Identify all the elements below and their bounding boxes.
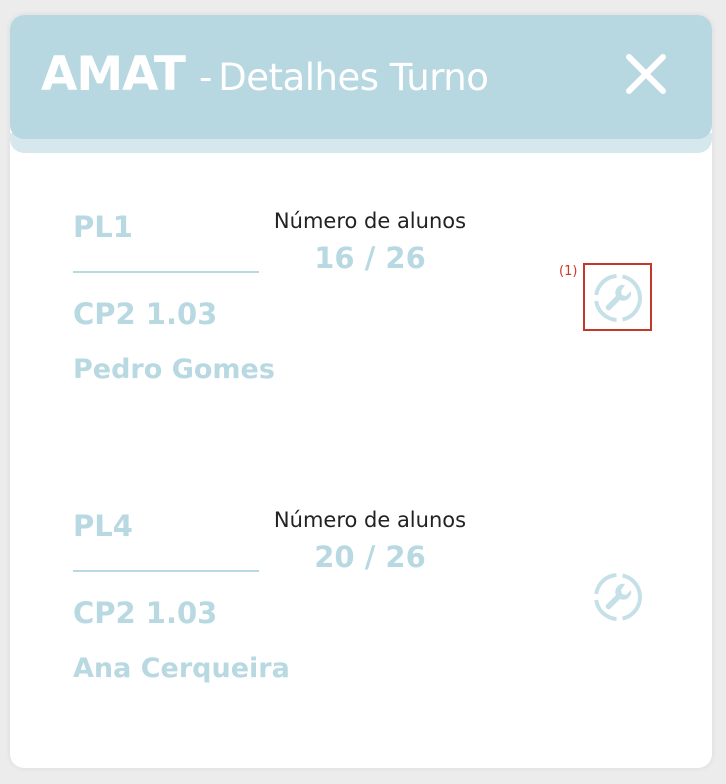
students-count-label: Número de alunos [273, 508, 467, 532]
shift-teacher: Pedro Gomes [73, 354, 275, 385]
annotation-box [583, 263, 652, 331]
shift-details-modal: AMAT - Detalhes Turno PL1 CP2 1.03 Pedro G… [10, 15, 712, 768]
shift-settings-button[interactable] [592, 571, 644, 623]
shift-name: PL4 [73, 509, 133, 543]
shift-name: PL1 [73, 210, 133, 244]
course-code: AMAT [41, 47, 186, 102]
shift-divider [73, 271, 259, 273]
shift-divider [73, 570, 259, 572]
title-separator: - [198, 56, 213, 99]
close-icon [626, 54, 666, 94]
title-text: Detalhes Turno [218, 56, 489, 99]
shift-teacher: Ana Cerqueira [73, 653, 290, 684]
modal-header: AMAT - Detalhes Turno [10, 15, 712, 139]
annotation-label: (1) [559, 264, 578, 279]
shift-card: PL4 CP2 1.03 Ana Cerqueira Número de alu… [10, 508, 712, 739]
wrench-icon [594, 573, 642, 621]
shift-room: CP2 1.03 [73, 596, 218, 630]
students-count-value: 20 / 26 [314, 540, 426, 574]
close-button[interactable] [623, 51, 669, 97]
students-count-label: Número de alunos [273, 209, 467, 233]
students-count-value: 16 / 26 [314, 241, 426, 275]
shift-room: CP2 1.03 [73, 297, 218, 331]
modal-title: AMAT - Detalhes Turno [41, 45, 489, 105]
